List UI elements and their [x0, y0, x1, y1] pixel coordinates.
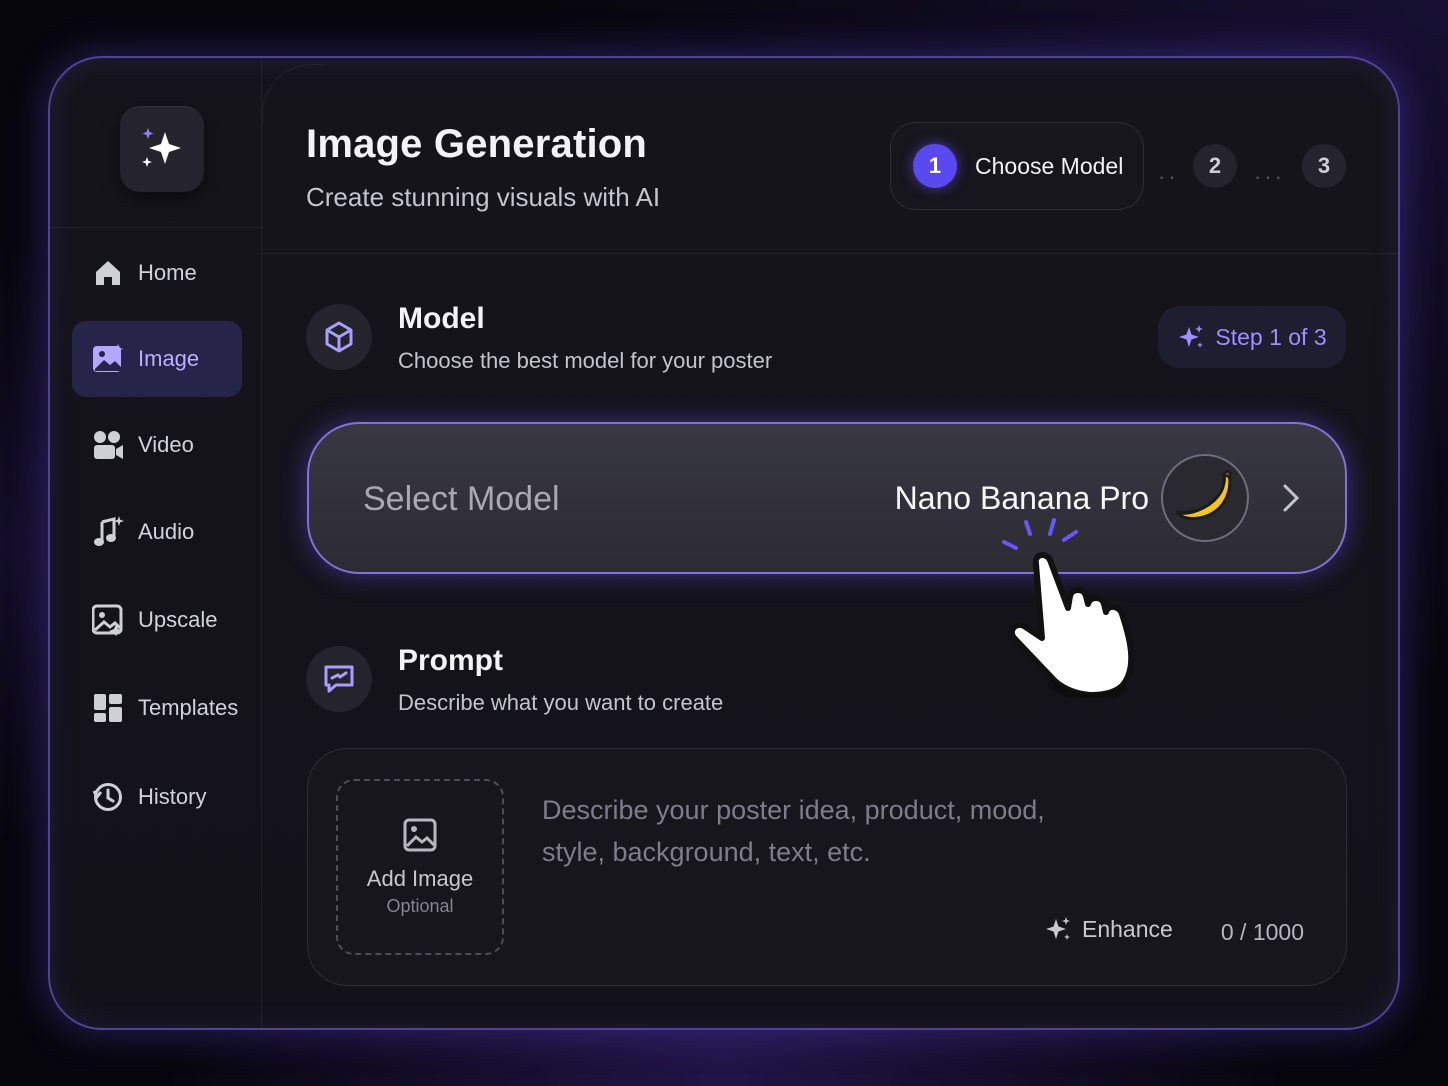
add-image-label: Add Image	[366, 865, 474, 891]
sparkle-icon	[1046, 917, 1070, 940]
page-subtitle: Create stunning visuals with AI	[306, 182, 661, 212]
logo-area	[50, 58, 262, 228]
sidebar-item-upscale[interactable]: Upscale	[72, 582, 242, 658]
chat-edit-icon	[306, 646, 372, 712]
sidebar-item-video[interactable]: Video	[72, 407, 242, 483]
model-section-title: Model	[398, 302, 485, 335]
add-image-hint: Optional	[386, 895, 454, 916]
step-badge: Step 1 of 3	[1158, 306, 1346, 368]
step-badge-label: Step 1 of 3	[1215, 323, 1327, 350]
step-1-label: Choose Model	[975, 152, 1124, 179]
image-placeholder-icon	[403, 818, 437, 851]
sidebar-item-label: Upscale	[138, 607, 218, 632]
prompt-section-subtitle: Describe what you want to create	[398, 690, 724, 715]
sidebar-item-history[interactable]: History	[72, 759, 242, 835]
sidebar-item-label: History	[138, 784, 207, 809]
upscale-icon	[92, 604, 124, 636]
image-icon	[92, 343, 124, 375]
step-1-indicator: 1	[913, 144, 957, 188]
sidebar-item-label: Image	[138, 346, 200, 371]
app-logo[interactable]	[120, 106, 204, 192]
model-select-label: Select Model	[363, 480, 560, 518]
sidebar-item-home[interactable]: Home	[72, 235, 242, 311]
home-icon	[92, 257, 124, 289]
enhance-button[interactable]: Enhance	[1044, 915, 1173, 943]
templates-icon	[92, 692, 124, 724]
video-icon	[92, 429, 124, 461]
history-icon	[92, 781, 124, 813]
step-2-indicator[interactable]: 2	[1193, 144, 1237, 188]
sidebar-item-label: Templates	[138, 695, 239, 720]
model-section-subtitle: Choose the best model for your poster	[398, 348, 773, 373]
step-connector: ···	[1254, 164, 1285, 189]
sidebar-item-label: Video	[138, 432, 194, 457]
sidebar-item-audio[interactable]: Audio	[72, 494, 242, 570]
character-counter: 0 / 1000	[1220, 919, 1304, 945]
sparkle-icon	[1179, 325, 1204, 348]
music-icon	[92, 516, 124, 548]
sparkle-icon	[142, 128, 181, 167]
app-window: Home Image Video Audio Upscale Templates…	[48, 56, 1400, 1030]
sidebar-item-templates[interactable]: Templates	[72, 670, 242, 746]
sidebar-item-image[interactable]: Image	[72, 321, 242, 397]
prompt-textarea[interactable]: Describe your poster idea, product, mood…	[542, 789, 1102, 873]
pointer-hand-icon	[990, 518, 1220, 703]
model-select-value: Nano Banana Pro	[894, 480, 1149, 516]
stepper-current[interactable]: 1 Choose Model	[890, 122, 1144, 210]
sidebar-item-label: Home	[138, 260, 197, 285]
cube-icon	[306, 304, 372, 370]
add-image-button[interactable]: Add Image Optional	[336, 779, 504, 955]
chevron-right-icon	[1281, 482, 1301, 519]
sidebar: Home Image Video Audio Upscale Templates…	[50, 58, 262, 1028]
prompt-input-container[interactable]: Add Image Optional Describe your poster …	[307, 748, 1347, 986]
enhance-label: Enhance	[1082, 915, 1173, 942]
prompt-section-title: Prompt	[398, 644, 503, 677]
step-connector: ··	[1158, 164, 1179, 189]
page-title: Image Generation	[306, 122, 648, 166]
step-3-indicator[interactable]: 3	[1302, 144, 1346, 188]
sidebar-item-label: Audio	[138, 519, 195, 544]
